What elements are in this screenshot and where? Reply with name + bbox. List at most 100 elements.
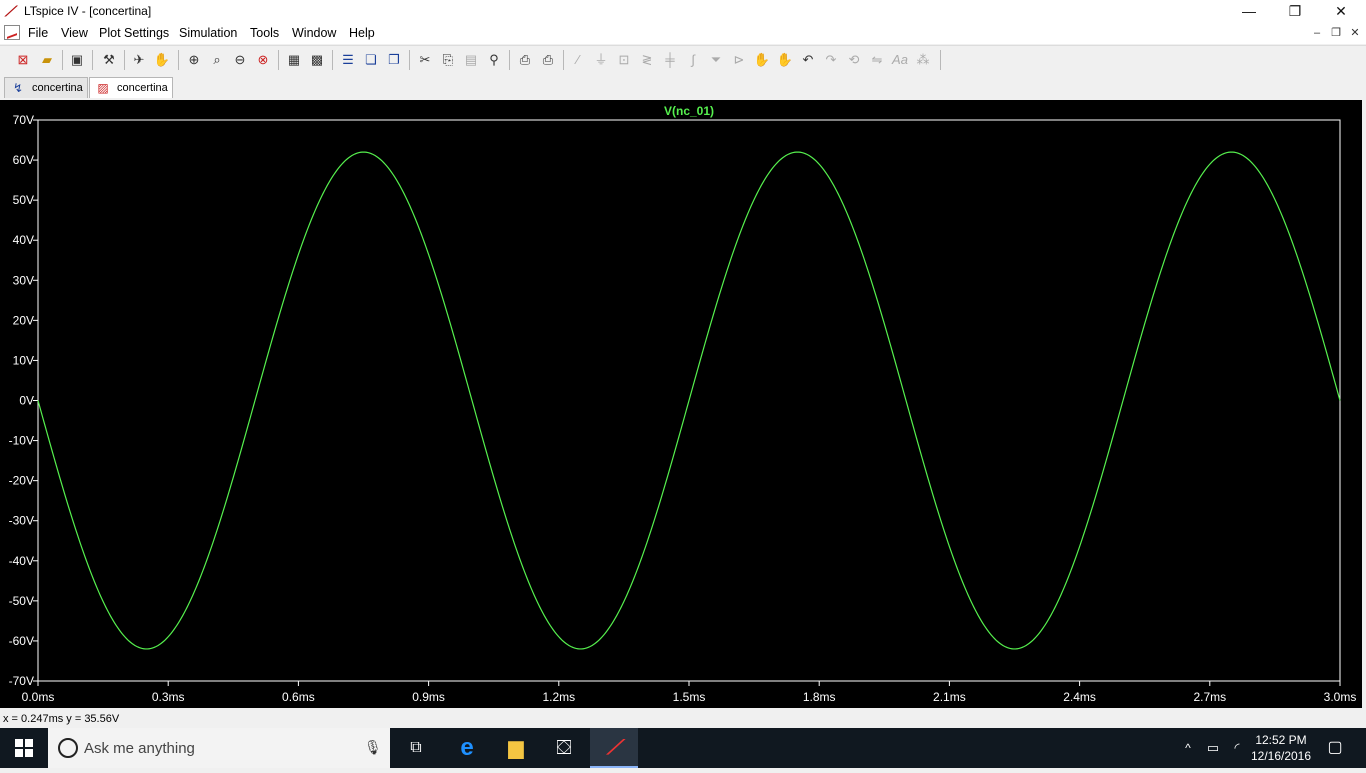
diode-icon[interactable]: ⏷ [706, 50, 726, 70]
capacitor-icon[interactable]: ╪ [660, 50, 680, 70]
menu-simulation[interactable]: Simulation [179, 26, 237, 40]
mirror-icon[interactable]: ⇋ [867, 50, 887, 70]
tray-expand-icon[interactable]: ^ [1178, 728, 1198, 768]
battery-icon[interactable]: ▭ [1202, 728, 1224, 768]
mdi-restore-button[interactable]: ❐ [1328, 26, 1344, 40]
ltspice-logo-icon: ⟋ [5, 3, 15, 19]
inductor-icon[interactable]: ∫ [683, 50, 703, 70]
zoom-area-icon[interactable]: ⌕ [207, 50, 227, 70]
wire-icon[interactable]: ⁄ [568, 50, 588, 70]
cortana-icon [58, 738, 78, 758]
file-explorer-icon[interactable]: ▆ [496, 728, 536, 768]
mdi-close-button[interactable]: ✕ [1347, 26, 1363, 40]
toolbar-separator [278, 50, 279, 70]
menu-bar: File View Plot Settings Simulation Tools… [0, 22, 1366, 44]
data-point [471, 400, 472, 401]
y-tick-label: 20V [13, 313, 34, 327]
tab-waveform[interactable]: ▨ concertina [89, 77, 173, 98]
microphone-icon[interactable]: 🎙 [364, 739, 382, 756]
zoom-cancel-icon[interactable]: ⊗ [253, 50, 273, 70]
y-tick-label: -60V [9, 634, 34, 648]
move-icon[interactable]: ✋ [752, 50, 772, 70]
waveform-plot[interactable]: 70V 60V 50V 40V 30V 20V 10V 0V -10V -20V -30V -40V -… [0, 100, 1362, 708]
spice-directive-icon[interactable]: ⁂ [913, 50, 933, 70]
copy-icon[interactable]: ⎘ [438, 50, 458, 70]
data-point [688, 400, 689, 401]
zoom-fit-icon[interactable]: ▩ [307, 50, 327, 70]
x-tick-label: 2.4ms [1063, 690, 1096, 704]
data-point [1014, 648, 1015, 649]
run-icon[interactable]: ✈ [129, 50, 149, 70]
menu-help[interactable]: Help [349, 26, 375, 40]
x-tick-label: 1.8ms [803, 690, 836, 704]
redo-icon[interactable]: ↷ [821, 50, 841, 70]
taskbar: Ask me anything 🎙 ⧉ e ▆ ⛋ ⟋ ^ ▭ ◜ 12:52 … [0, 728, 1366, 768]
print-preview-icon[interactable]: ⎙ [515, 50, 535, 70]
notifications-icon[interactable]: ▢ [1320, 728, 1350, 768]
menu-view[interactable]: View [61, 26, 88, 40]
zoom-in-icon[interactable]: ⊕ [184, 50, 204, 70]
autorange-icon[interactable]: ▦ [284, 50, 304, 70]
plot-canvas[interactable]: 70V 60V 50V 40V 30V 20V 10V 0V -10V -20V -30V -40V -… [0, 100, 1362, 708]
find-icon[interactable]: ⚲ [484, 50, 504, 70]
document-waveform-icon[interactable] [4, 25, 20, 40]
y-tick-label: -70V [9, 674, 34, 688]
y-tick-label: -40V [9, 554, 34, 568]
toolbar-separator [332, 50, 333, 70]
cascade-icon[interactable]: ❏ [361, 50, 381, 70]
restore-button[interactable]: ❐ [1272, 0, 1318, 22]
title-bar: ⟋ LTspice IV - [concertina] — ❐ ✕ [0, 0, 1366, 22]
minimize-button[interactable]: — [1226, 0, 1272, 22]
zoom-out-icon[interactable]: ⊖ [230, 50, 250, 70]
x-tick-label: 3.0ms [1324, 690, 1357, 704]
menu-plot-settings[interactable]: Plot Settings [99, 26, 169, 40]
tile-vertical-icon[interactable]: ❐ [384, 50, 404, 70]
resistor-icon[interactable]: ≷ [637, 50, 657, 70]
wifi-icon[interactable]: ◜ [1226, 728, 1248, 768]
ltspice-taskbar-icon[interactable]: ⟋ [590, 728, 638, 768]
data-point [254, 400, 255, 401]
paste-icon[interactable]: ▤ [461, 50, 481, 70]
menu-window[interactable]: Window [292, 26, 336, 40]
toolbar-separator [92, 50, 93, 70]
data-point [363, 151, 364, 152]
y-tick-label: -20V [9, 474, 34, 488]
hammer-icon[interactable]: ⚒ [99, 50, 119, 70]
drag-icon[interactable]: ✋ [775, 50, 795, 70]
new-schematic-icon[interactable]: ⊠ [13, 50, 33, 70]
open-icon[interactable]: ▰ [37, 50, 57, 70]
rotate-icon[interactable]: ⟲ [844, 50, 864, 70]
x-tick-label: 0.6ms [282, 690, 315, 704]
halt-icon[interactable]: ✋ [152, 50, 172, 70]
label-icon[interactable]: ⊡ [614, 50, 634, 70]
component-icon[interactable]: ⊳ [729, 50, 749, 70]
y-tick-label: 40V [13, 233, 34, 247]
cut-icon[interactable]: ✂ [415, 50, 435, 70]
window-title: LTspice IV - [concertina] [24, 4, 152, 18]
x-tick-label: 1.5ms [673, 690, 706, 704]
edge-icon[interactable]: e [447, 728, 487, 768]
tab-schematic[interactable]: ↯ concertina [4, 77, 88, 98]
save-icon[interactable]: ▣ [67, 50, 87, 70]
toolbar: ⊠ ▰ ▣ ⚒ ✈ ✋ ⊕ ⌕ ⊖ ⊗ ▦ ▩ ☰ ❏ ❐ ✂ ⎘ ▤ ⚲ ⎙ … [0, 45, 1366, 76]
store-icon[interactable]: ⛋ [544, 728, 584, 768]
menu-tools[interactable]: Tools [250, 26, 279, 40]
mdi-minimize-button[interactable]: – [1309, 26, 1325, 40]
close-button[interactable]: ✕ [1318, 0, 1364, 22]
task-view-icon[interactable]: ⧉ [396, 728, 436, 768]
start-button[interactable] [0, 728, 48, 768]
data-point [905, 400, 906, 401]
tile-horizontal-icon[interactable]: ☰ [338, 50, 358, 70]
print-icon[interactable]: ⎙ [538, 50, 558, 70]
ground-icon[interactable]: ⏚ [591, 50, 611, 70]
cortana-search-box[interactable]: Ask me anything 🎙 [48, 728, 390, 768]
clock[interactable]: 12:52 PM 12/16/2016 [1250, 732, 1312, 764]
text-icon[interactable]: Aa [890, 50, 910, 70]
menu-file[interactable]: File [28, 26, 48, 40]
y-tick-label: 60V [13, 153, 34, 167]
undo-icon[interactable]: ↶ [798, 50, 818, 70]
data-point [1231, 151, 1232, 152]
y-tick-label: 30V [13, 273, 34, 287]
y-tick-label: -10V [9, 434, 34, 448]
data-point [146, 648, 147, 649]
